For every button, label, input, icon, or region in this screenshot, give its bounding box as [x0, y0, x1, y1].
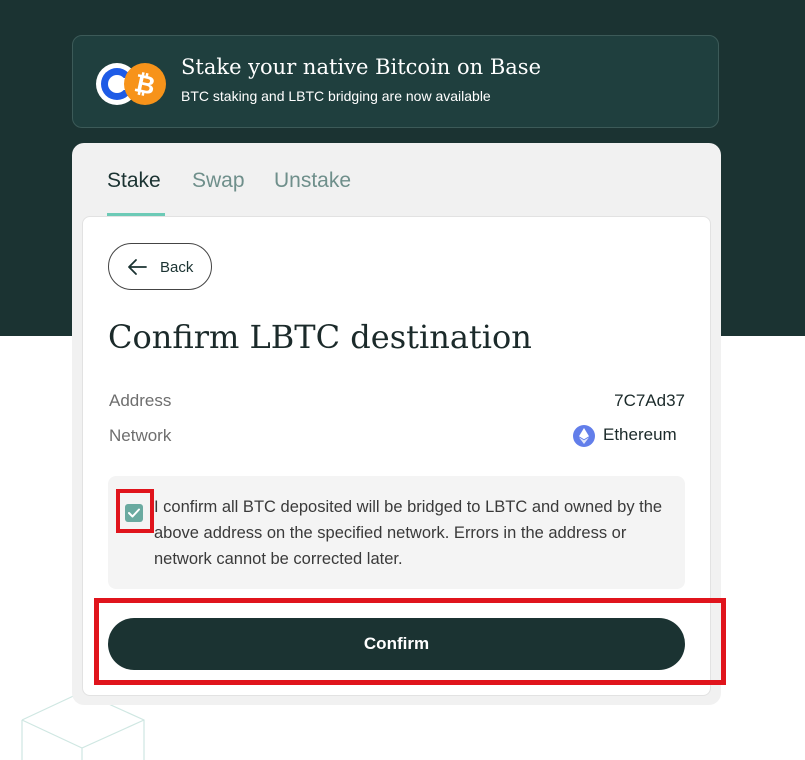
address-value: 7C7Ad37 [614, 391, 685, 410]
address-label: Address [109, 391, 172, 410]
tab-swap[interactable]: Swap [192, 169, 245, 193]
confirm-checkbox[interactable] [125, 504, 143, 522]
back-button[interactable]: Back [108, 243, 212, 290]
confirm-button-label: Confirm [363, 634, 430, 653]
tab-unstake[interactable]: Unstake [274, 169, 351, 193]
arrow-left-icon [128, 259, 147, 275]
promo-banner[interactable]: ₿ Stake your native Bitcoin on Base BTC … [72, 35, 719, 128]
lombard-bitcoin-logo-icon: ₿ [96, 63, 166, 105]
page-title: Confirm LBTC destination [108, 318, 532, 356]
back-button-label: Back [160, 259, 194, 276]
confirmation-notice: I confirm all BTC deposited will be brid… [108, 476, 685, 589]
ethereum-icon [573, 425, 595, 447]
checkmark-icon [128, 508, 140, 518]
stake-panel: Stake Swap Unstake Back Confirm LBTC des… [72, 143, 721, 705]
network-label: Network [109, 426, 172, 445]
banner-title: Stake your native Bitcoin on Base [181, 55, 541, 79]
banner-subtitle: BTC staking and LBTC bridging are now av… [181, 88, 491, 104]
confirm-destination-card: Back Confirm LBTC destination Address 7C… [82, 216, 711, 696]
tab-stake[interactable]: Stake [107, 169, 161, 193]
confirmation-notice-text: I confirm all BTC deposited will be brid… [154, 498, 663, 568]
network-value: Ethereum [603, 425, 677, 444]
confirm-button[interactable]: Confirm [108, 618, 685, 670]
